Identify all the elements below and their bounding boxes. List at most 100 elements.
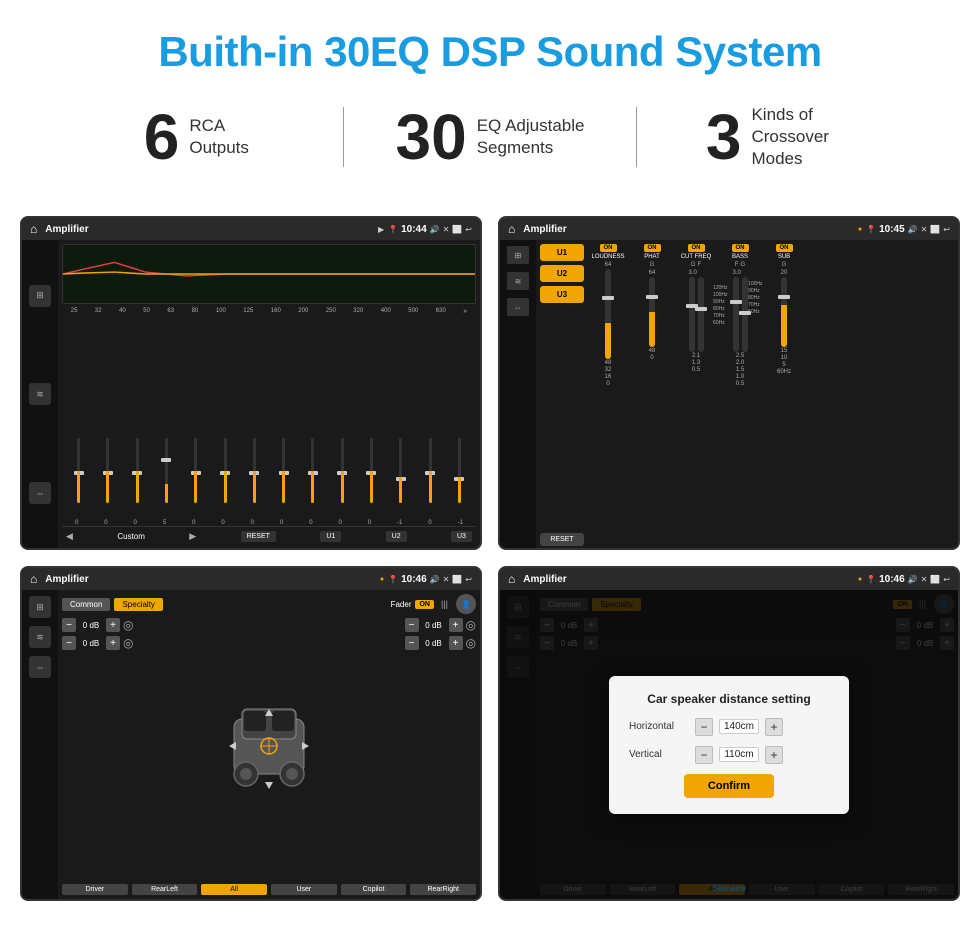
dialog-horizontal-label: Horizontal [629,721,689,732]
eq-time: 10:44 [401,224,427,235]
amp-sidebar-icon-2[interactable]: ≋ [507,272,529,290]
eq-u3-btn[interactable]: U3 [451,531,472,542]
eq-slider-5[interactable] [183,438,208,518]
amp-sub-g: G [782,262,787,268]
dialog-horizontal-minus[interactable]: − [695,718,713,736]
eq-next-icon[interactable]: ▶ [189,531,196,542]
fader-common-tab[interactable]: Common [62,598,110,611]
fader-fr-plus[interactable]: + [449,618,463,632]
eq-window-icon[interactable]: ⬜ [452,225,462,234]
dialog-window-icon[interactable]: ⬜ [930,575,940,584]
amp-sidebar-icon-1[interactable]: ⊞ [507,246,529,264]
amp-loudness-slider[interactable]: 64 48 32 16 0 [605,262,612,546]
dialog-vertical-minus[interactable]: − [695,746,713,764]
amp-phat-on[interactable]: ON [644,244,661,252]
dialog-vertical-label: Vertical [629,749,689,760]
eq-slider-12[interactable] [388,438,413,518]
fader-fl-val: 0 dB [79,621,103,630]
eq-status-bar: ⌂ Amplifier ▶ 📍 10:44 🔊 ✕ ⬜ ↩ [22,218,480,240]
amp-volume-icon[interactable]: 🔊 [908,225,918,234]
amp-sub-label: SUB [778,254,790,260]
eq-slider-1[interactable] [66,438,91,518]
dialog-horizontal-plus[interactable]: + [765,718,783,736]
fader-window-icon[interactable]: ⬜ [452,575,462,584]
amp-cutfreq-on[interactable]: ON [688,244,705,252]
dialog-vertical-value: 110cm [719,747,759,762]
fader-all-btn[interactable]: All [201,884,267,895]
eq-slider-14[interactable] [447,438,472,518]
fader-back-icon[interactable]: ↩ [465,575,472,584]
fader-fl-plus[interactable]: + [106,618,120,632]
amp-window-icon[interactable]: ⬜ [930,225,940,234]
fader-rearleft-btn[interactable]: RearLeft [132,884,198,895]
eq-slider-2[interactable] [95,438,120,518]
fader-close-icon[interactable]: ✕ [443,575,450,584]
fader-fr-minus[interactable]: − [405,618,419,632]
amp-sidebar: ⊞ ≋ ⇔ [500,240,536,548]
fader-home-icon[interactable]: ⌂ [30,572,37,586]
amp-close-icon[interactable]: ✕ [921,225,928,234]
amp-sub-on[interactable]: ON [776,244,793,252]
fader-rr-plus[interactable]: + [449,636,463,650]
eq-close-icon[interactable]: ✕ [443,225,450,234]
eq-slider-6[interactable] [212,438,237,518]
amp-u1-btn[interactable]: U1 [540,244,584,261]
eq-slider-3[interactable] [125,438,150,518]
eq-sidebar-icon-2[interactable]: ≋ [29,383,51,405]
fader-sidebar-icon-1[interactable]: ⊞ [29,596,51,618]
eq-u2-btn[interactable]: U2 [386,531,407,542]
eq-slider-8[interactable] [271,438,296,518]
eq-sidebar-icon-3[interactable]: ⇔ [29,482,51,504]
fader-copilot-btn[interactable]: Copilot [341,884,407,895]
eq-slider-9[interactable] [300,438,325,518]
dialog-close-icon[interactable]: ✕ [921,575,928,584]
dialog-confirm-button[interactable]: Confirm [684,774,774,798]
eq-home-icon[interactable]: ⌂ [30,222,37,236]
dialog-vertical-plus[interactable]: + [765,746,783,764]
fader-driver-btn[interactable]: Driver [62,884,128,895]
eq-slider-10[interactable] [330,438,355,518]
fader-sidebar-icon-2[interactable]: ≋ [29,626,51,648]
dialog-home-icon[interactable]: ⌂ [508,572,515,586]
eq-slider-4[interactable] [154,438,179,518]
fader-on-label[interactable]: ON [415,600,434,609]
eq-slider-13[interactable] [417,438,442,518]
dialog-volume-icon[interactable]: 🔊 [908,575,918,584]
amp-reset-btn[interactable]: RESET [540,533,584,546]
fader-volume-icon[interactable]: 🔊 [430,575,440,584]
amp-u3-btn[interactable]: U3 [540,286,584,303]
eq-play-icon[interactable]: ▶ [378,225,384,234]
fader-rearright-btn[interactable]: RearRight [410,884,476,895]
eq-prev-icon[interactable]: ◀ [66,531,73,542]
fader-sidebar-icon-3[interactable]: ⇔ [29,656,51,678]
eq-back-icon[interactable]: ↩ [465,225,472,234]
amp-phat-slider[interactable]: 64 48 0 [649,270,656,546]
amp-cutfreq-slider[interactable]: 3.0 120Hz100Hz90Hz80Hz70Hz60Hz 2 [689,270,704,546]
fader-rl-plus[interactable]: + [106,636,120,650]
fader-rr-minus[interactable]: − [405,636,419,650]
amp-back-icon[interactable]: ↩ [943,225,950,234]
amp-u2-btn[interactable]: U2 [540,265,584,282]
eq-volume-icon[interactable]: 🔊 [430,225,440,234]
fader-fr-icon: ◎ [466,618,476,632]
amp-sub-slider[interactable]: 20 15 10 5 60Hz [777,270,791,546]
fader-rl-minus[interactable]: − [62,636,76,650]
amp-sidebar-icon-3[interactable]: ⇔ [507,298,529,316]
eq-slider-7[interactable] [242,438,267,518]
eq-reset-btn[interactable]: RESET [241,531,276,542]
fader-specialty-tab[interactable]: Specialty [114,598,162,611]
amp-screen-title: Amplifier [523,224,852,235]
amp-home-icon[interactable]: ⌂ [508,222,515,236]
amp-loudness-on[interactable]: ON [600,244,617,252]
fader-user-btn[interactable]: User [271,884,337,895]
eq-sidebar-icon-1[interactable]: ⊞ [29,285,51,307]
eq-u1-btn[interactable]: U1 [320,531,341,542]
fader-fl-minus[interactable]: − [62,618,76,632]
amp-bass-on[interactable]: ON [732,244,749,252]
amp-bass-slider[interactable]: 3.0 100Hz90Hz80Hz70Hz60Hz 2.5 [733,270,748,546]
fader-toggle-icon[interactable]: ||| [441,599,448,609]
eq-slider-11[interactable] [359,438,384,518]
stat-rca-label: RCAOutputs [189,115,249,159]
fader-status-icons: 📍 10:46 🔊 ✕ ⬜ ↩ [388,574,472,585]
dialog-back-icon[interactable]: ↩ [943,575,950,584]
